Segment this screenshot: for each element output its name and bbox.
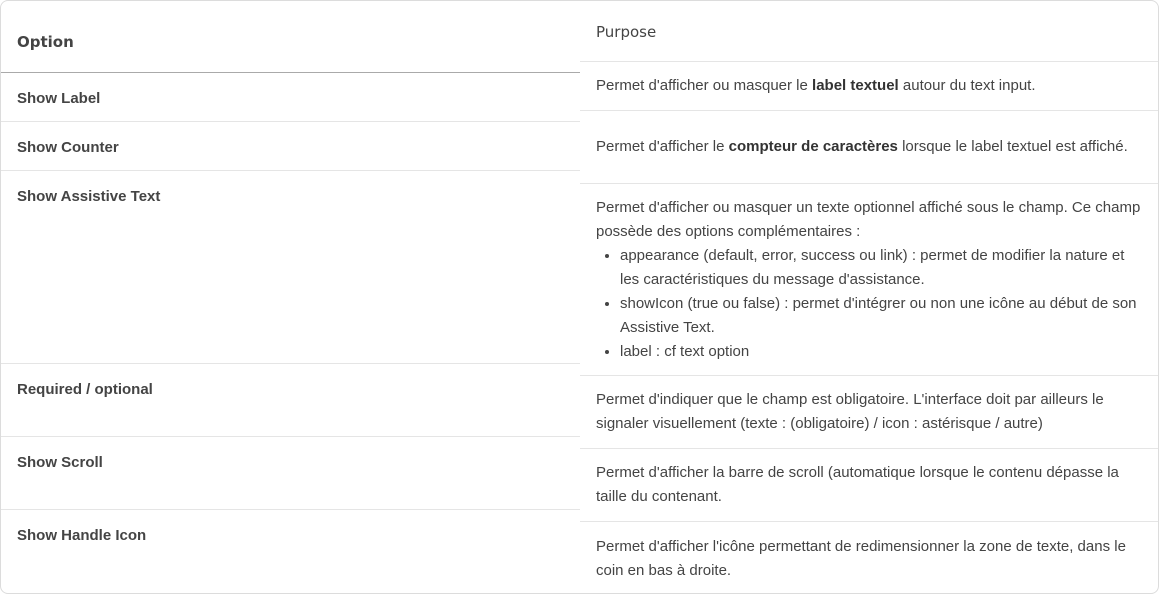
- purpose-show-scroll: Permet d'afficher la barre de scroll (au…: [580, 449, 1158, 522]
- purpose-header: Purpose: [580, 1, 1158, 62]
- purpose-intro: Permet d'afficher ou masquer un texte op…: [596, 198, 1141, 240]
- purpose-show-assistive-text: Permet d'afficher ou masquer un texte op…: [580, 184, 1158, 376]
- option-show-scroll: Show Scroll: [1, 437, 580, 510]
- purpose-show-handle-icon: Permet d'afficher l'icône permettant de …: [580, 522, 1158, 593]
- purpose-bold: label textuel: [812, 77, 899, 94]
- option-show-assistive-text: Show Assistive Text: [1, 171, 580, 364]
- purpose-show-counter: Permet d'afficher le compteur de caractè…: [580, 111, 1158, 184]
- purpose-text: Permet d'indiquer que le champ est oblig…: [596, 391, 1104, 432]
- option-column: Option Show Label Show Counter Show Assi…: [1, 1, 580, 593]
- assistive-options-list: appearance (default, error, success ou l…: [596, 244, 1142, 364]
- purpose-text: Permet d'afficher l'icône permettant de …: [596, 537, 1126, 579]
- purpose-required-optional: Permet d'indiquer que le champ est oblig…: [580, 376, 1158, 449]
- options-table: Option Show Label Show Counter Show Assi…: [0, 0, 1159, 594]
- option-header: Option: [1, 1, 580, 73]
- purpose-column: Purpose Permet d'afficher ou masquer le …: [580, 1, 1158, 593]
- option-required-optional: Required / optional: [1, 364, 580, 437]
- option-show-handle-icon: Show Handle Icon: [17, 527, 147, 544]
- option-show-label: Show Label: [1, 73, 580, 122]
- list-item: showIcon (true ou false) : permet d'inté…: [620, 292, 1142, 340]
- purpose-bold: compteur de caractères: [728, 138, 898, 155]
- purpose-show-label: Permet d'afficher ou masquer le label te…: [580, 62, 1158, 111]
- option-show-counter: Show Counter: [1, 122, 580, 171]
- purpose-text: Permet d'afficher le: [596, 138, 729, 155]
- list-item: label : cf text option: [620, 340, 1142, 364]
- purpose-text: Permet d'afficher ou masquer le: [596, 77, 813, 94]
- list-item: appearance (default, error, success ou l…: [620, 244, 1142, 292]
- purpose-text: Permet d'afficher la barre de scroll (au…: [596, 464, 1119, 505]
- purpose-text: autour du text input.: [898, 77, 1036, 94]
- purpose-text: lorsque le label textuel est affiché.: [897, 138, 1128, 155]
